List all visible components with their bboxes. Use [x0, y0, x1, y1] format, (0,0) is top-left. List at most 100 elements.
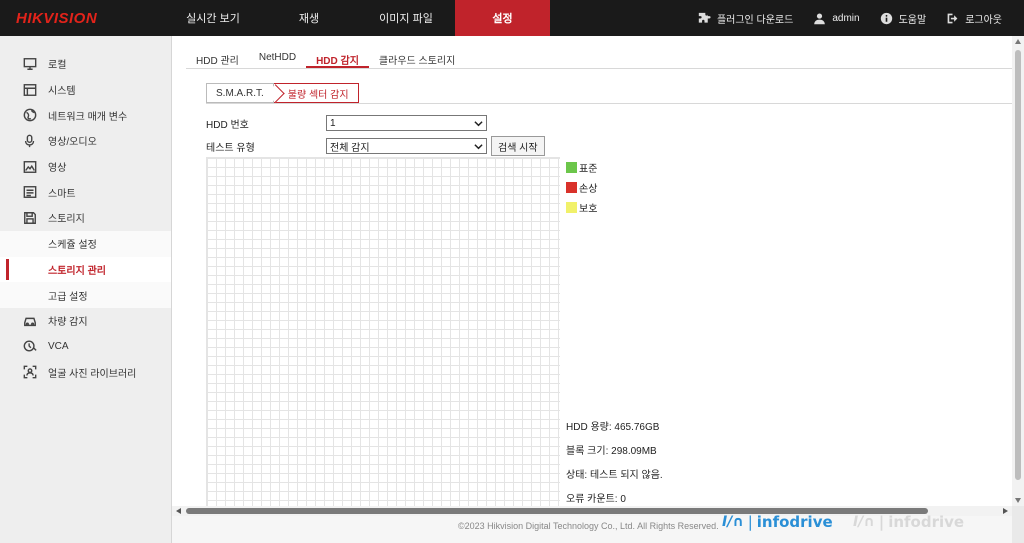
hdd-number-value: 1: [330, 117, 336, 129]
user-menu[interactable]: admin: [813, 12, 860, 25]
hdd-number-label: HDD 번호: [206, 119, 249, 131]
smart-icon: [22, 184, 38, 200]
sidebar-item-label: 스토리지: [48, 214, 85, 226]
sidebar-item-network[interactable]: 네트워크 매개 변수: [0, 102, 171, 128]
detection-subtabs: S.M.A.R.T. 불량 섹터 감지: [206, 83, 359, 103]
infodrive-text: infodrive: [888, 513, 965, 531]
tab-nethdd[interactable]: NetHDD: [249, 46, 306, 68]
sidebar-item-label: 영상: [48, 163, 67, 175]
tab-hdd-management[interactable]: HDD 관리: [186, 46, 249, 68]
nav-picture[interactable]: 이미지 파일: [357, 0, 455, 36]
sidebar-item-label: 고급 설정: [48, 291, 88, 303]
infodrive-text: infodrive: [756, 513, 833, 531]
sidebar-item-video-audio[interactable]: 영상/오디오: [0, 128, 171, 154]
globe-icon: [22, 107, 38, 123]
puzzle-icon: [698, 12, 711, 23]
block-size: 블록 크기: 298.09MB: [566, 446, 657, 457]
sidebar-item-vehicle[interactable]: 차량 감지: [0, 308, 171, 334]
scroll-right-icon[interactable]: [1003, 508, 1008, 514]
info-icon: [880, 12, 892, 24]
vehicle-icon: [22, 313, 38, 329]
sidebar-item-schedule[interactable]: 스케쥴 설정: [0, 230, 171, 257]
username: admin: [832, 12, 860, 24]
scroll-up-icon[interactable]: [1015, 39, 1021, 44]
sidebar-item-image[interactable]: 영상: [0, 154, 171, 180]
tab-cloud-storage[interactable]: 클라우드 스토리지: [369, 46, 465, 68]
help-link[interactable]: 도움말: [880, 11, 926, 26]
logout-icon: [947, 13, 958, 23]
legend-label: 손상: [579, 184, 598, 195]
main-nav: 실시간 보기 재생 이미지 파일 설정: [165, 0, 550, 36]
monitor-icon: [22, 56, 38, 72]
nav-playback[interactable]: 재생: [261, 0, 357, 36]
legend-label: 표준: [579, 164, 598, 175]
subtab-smart[interactable]: S.M.A.R.T.: [206, 83, 274, 103]
microphone-icon: [22, 133, 38, 149]
chevron-down-icon: [474, 120, 483, 126]
test-status: 상태: 테스트 되지 않음.: [566, 470, 663, 481]
watermark-separator: |: [747, 513, 753, 531]
hikvision-logo[interactable]: HIKVISION: [16, 10, 97, 27]
test-type-label: 테스트 유형: [206, 142, 255, 154]
window-icon: [22, 82, 38, 98]
sidebar-item-storage-management[interactable]: 스토리지 관리: [0, 256, 171, 283]
hdd-capacity: HDD 용량: 465.76GB: [566, 422, 660, 433]
storage-tabs: HDD 관리 NetHDD HDD 감지 클라우드 스토리지: [186, 46, 465, 68]
chevron-down-icon: [474, 143, 483, 149]
sidebar-item-vca[interactable]: VCA: [0, 334, 171, 360]
sidebar-item-label: 시스템: [48, 86, 76, 98]
scroll-down-icon[interactable]: [1015, 498, 1021, 503]
start-detection-button[interactable]: 검색 시작: [491, 136, 545, 156]
hdd-number-select[interactable]: 1: [326, 115, 487, 131]
nav-live-view[interactable]: 실시간 보기: [165, 0, 261, 36]
tab-hdd-detection[interactable]: HDD 감지: [306, 46, 369, 68]
sidebar-item-label: 로컬: [48, 60, 67, 72]
plugin-download-label: 플러그인 다운로드: [716, 14, 794, 26]
infodrive-watermark: I/∩ | infodrive: [722, 513, 833, 531]
sidebar-item-label: 영상/오디오: [48, 137, 97, 149]
main-content: HDD 관리 NetHDD HDD 감지 클라우드 스토리지 S.M.A.R.T…: [172, 36, 1012, 506]
vertical-scrollbar[interactable]: [1012, 36, 1024, 506]
subtabs-divider: [206, 103, 1012, 104]
infodrive-mark: I/∩: [853, 514, 875, 530]
plugin-download-link[interactable]: 플러그인 다운로드: [698, 11, 793, 26]
top-bar: HIKVISION 실시간 보기 재생 이미지 파일 설정 플러그인 다운로드 …: [0, 0, 1024, 36]
hdd-number-row: HDD 번호 1: [206, 114, 487, 132]
test-type-row: 테스트 유형 전체 감지 검색 시작: [206, 136, 545, 156]
subtab-bad-sector-detection[interactable]: 불량 섹터 감지: [273, 83, 359, 103]
sidebar-item-label: 차량 감지: [48, 317, 88, 329]
test-type-select[interactable]: 전체 감지: [326, 138, 487, 154]
sidebar: 로컬 시스템 네트워크 매개 변수 영상/오디오 영상 스마트 스토리지 스케쥴…: [0, 36, 172, 543]
sidebar-item-label: 네트워크 매개 변수: [48, 111, 128, 123]
test-type-value: 전체 감지: [330, 142, 370, 154]
sidebar-item-label: 스토리지 관리: [48, 265, 106, 277]
legend-shielded: 보호: [566, 200, 597, 215]
legend-normal: 표준: [566, 160, 597, 175]
vca-icon: [22, 338, 38, 354]
sidebar-item-label: 스마트: [48, 188, 76, 200]
logout-link[interactable]: 로그아웃: [946, 11, 1002, 26]
sidebar-item-label: 스케쥴 설정: [48, 240, 97, 252]
image-icon: [22, 159, 38, 175]
legend-swatch-damaged: [566, 182, 577, 193]
user-icon: [814, 12, 826, 24]
sidebar-item-advanced[interactable]: 고급 설정: [0, 282, 171, 308]
sidebar-item-label: VCA: [48, 340, 69, 352]
legend-damaged: 손상: [566, 180, 597, 195]
legend-swatch-shielded: [566, 202, 577, 213]
top-right-menu: 플러그인 다운로드 admin 도움말 로그아웃: [698, 0, 1002, 36]
sidebar-item-local[interactable]: 로컬: [0, 51, 171, 77]
sidebar-item-system[interactable]: 시스템: [0, 77, 171, 103]
vertical-scroll-thumb[interactable]: [1015, 50, 1021, 480]
sidebar-item-smart[interactable]: 스마트: [0, 179, 171, 205]
scroll-left-icon[interactable]: [176, 508, 181, 514]
legend-label: 보호: [579, 204, 598, 215]
footer: ©2023 Hikvision Digital Technology Co., …: [172, 513, 1012, 543]
nav-configuration[interactable]: 설정: [455, 0, 550, 36]
copyright-text: ©2023 Hikvision Digital Technology Co., …: [458, 521, 719, 531]
sidebar-item-storage[interactable]: 스토리지: [0, 205, 171, 231]
storage-icon: [22, 210, 38, 226]
logout-label: 로그아웃: [965, 14, 1002, 26]
sidebar-item-face-library[interactable]: 얼굴 사진 라이브러리: [0, 359, 171, 385]
infodrive-watermark-faded: I/∩ | infodrive: [853, 513, 964, 531]
